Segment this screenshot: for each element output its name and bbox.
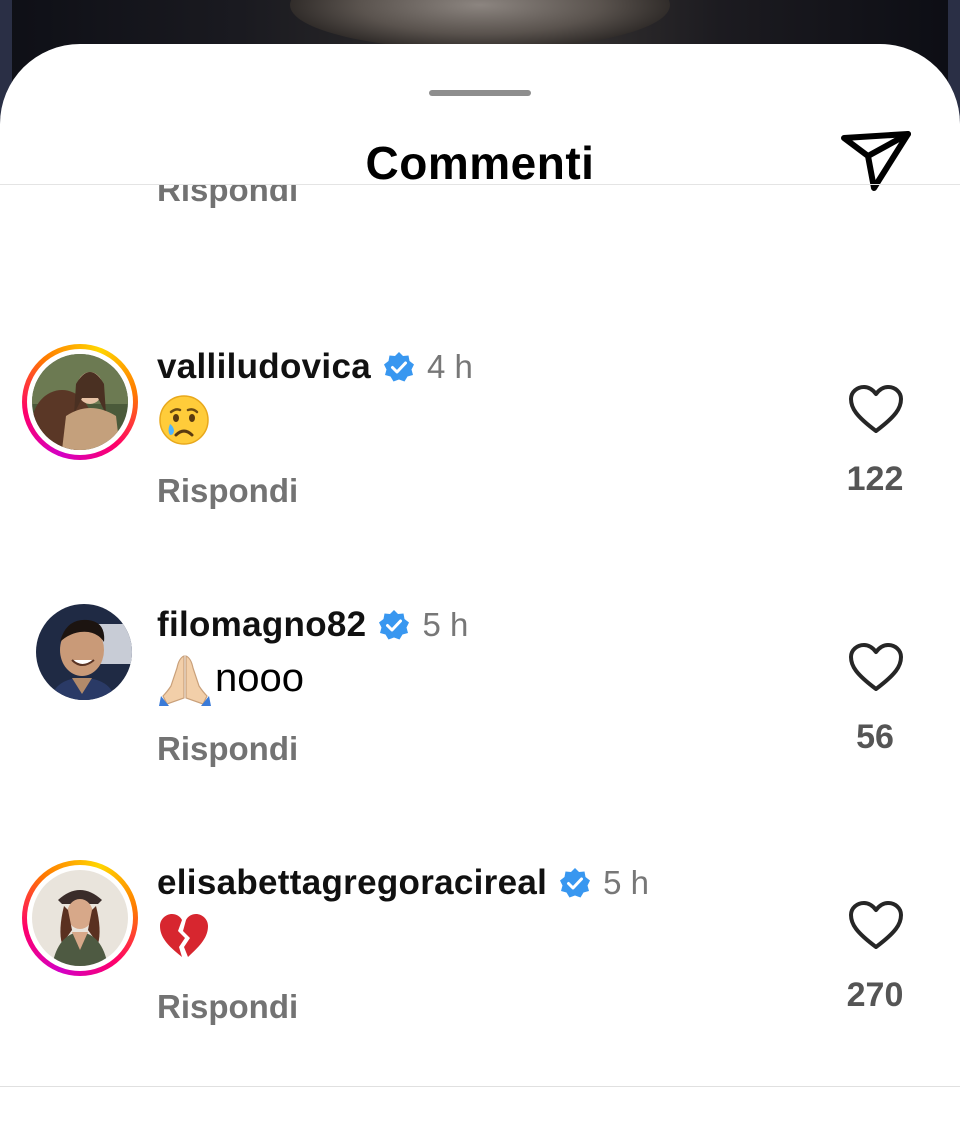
story-ring[interactable]	[22, 344, 138, 460]
comment-header: elisabettagregoracireal 5 h	[157, 860, 649, 906]
comment-text	[157, 904, 213, 968]
footer-divider	[0, 1086, 960, 1087]
folded-hands-emoji-icon	[159, 655, 211, 706]
username[interactable]: filomagno82	[157, 605, 366, 645]
like-button[interactable]	[848, 384, 904, 436]
avatar	[32, 354, 128, 450]
avatar[interactable]	[36, 604, 132, 700]
like-count: 122	[846, 460, 904, 498]
comments-list[interactable]: Rispondi valliludovica 4 h Rispondi 122 …	[0, 185, 960, 1045]
verified-badge-icon	[379, 610, 410, 640]
comment-time: 5 h	[603, 864, 650, 901]
reply-button[interactable]: Rispondi	[157, 472, 298, 510]
sheet-title: Commenti	[365, 137, 595, 189]
comment-text: nooo	[157, 646, 304, 710]
comment-time: 5 h	[422, 606, 469, 643]
avatar	[32, 870, 128, 966]
heart-icon	[849, 385, 903, 433]
verified-badge-icon	[560, 868, 591, 898]
comment-item: filomagno82 5 h nooo Rispondi 56	[0, 602, 960, 822]
username[interactable]: elisabettagregoracireal	[157, 863, 547, 903]
comment-body: nooo	[215, 655, 304, 700]
reply-button[interactable]: Rispondi	[157, 988, 298, 1026]
background-face	[290, 0, 670, 50]
comment-time: 4 h	[427, 348, 473, 385]
heart-icon	[849, 901, 903, 949]
drag-handle[interactable]	[429, 90, 531, 96]
heart-icon	[849, 643, 903, 691]
comment-item: valliludovica 4 h Rispondi 122	[0, 344, 960, 564]
reply-button[interactable]: Rispondi	[157, 730, 298, 768]
comment-item: elisabettagregoracireal 5 h Rispondi 270	[0, 860, 960, 1045]
like-count: 56	[856, 718, 894, 756]
like-button[interactable]	[848, 642, 904, 694]
like-count: 270	[846, 976, 904, 1014]
like-button[interactable]	[848, 900, 904, 952]
comment-text	[157, 388, 213, 452]
comment-header: valliludovica 4 h	[157, 344, 473, 390]
reply-button[interactable]: Rispondi	[157, 185, 298, 209]
story-ring[interactable]	[22, 860, 138, 976]
verified-badge-icon	[384, 352, 414, 382]
comment-header: filomagno82 5 h	[157, 602, 468, 648]
crying-face-emoji-icon	[159, 395, 209, 445]
broken-heart-emoji-icon	[160, 914, 208, 957]
username[interactable]: valliludovica	[157, 347, 371, 387]
